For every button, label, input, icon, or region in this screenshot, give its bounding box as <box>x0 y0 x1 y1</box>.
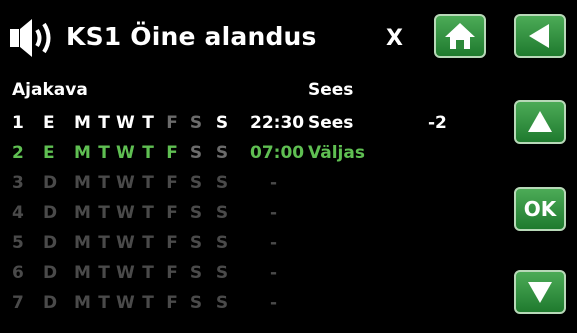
row-type: D <box>43 293 58 313</box>
back-arrow-icon <box>525 21 555 51</box>
row-day: S <box>215 263 229 283</box>
row-day: M <box>74 203 91 223</box>
row-type: D <box>43 233 58 253</box>
back-button[interactable] <box>514 14 566 58</box>
row-day: T <box>98 293 110 313</box>
row-day: S <box>189 293 203 313</box>
row-day: S <box>215 173 229 193</box>
row-day: F <box>166 203 178 223</box>
row-num: 1 <box>12 113 24 133</box>
row-day: S <box>215 293 229 313</box>
row-day: T <box>98 143 110 163</box>
row-type: D <box>43 263 58 283</box>
row-day: F <box>166 173 178 193</box>
row-type: E <box>43 113 55 133</box>
row-day: F <box>166 263 178 283</box>
up-arrow-icon <box>525 107 555 137</box>
row-time: - <box>270 173 278 193</box>
close-button[interactable]: X <box>386 26 403 51</box>
scroll-down-button[interactable] <box>514 270 566 314</box>
row-day: S <box>189 233 203 253</box>
row-time: - <box>270 203 278 223</box>
row-day: W <box>116 263 135 283</box>
row-day: S <box>215 203 229 223</box>
row-day: F <box>166 113 178 133</box>
row-type: D <box>43 173 58 193</box>
row-day: T <box>142 293 154 313</box>
row-day: T <box>98 263 110 283</box>
row-time: 07:00 <box>250 143 305 163</box>
row-day: S <box>189 203 203 223</box>
row-day: T <box>142 203 154 223</box>
row-num: 2 <box>12 143 24 163</box>
row-day: W <box>116 143 135 163</box>
row-day: S <box>215 233 229 253</box>
row-state: Sees <box>308 113 354 133</box>
row-day: M <box>74 233 91 253</box>
row-day: T <box>142 263 154 283</box>
row-day: W <box>116 233 135 253</box>
row-day: W <box>116 113 135 133</box>
row-day: M <box>74 263 91 283</box>
row-num: 5 <box>12 233 24 253</box>
row-day: T <box>142 113 154 133</box>
row-num: 7 <box>12 293 24 313</box>
row-day: W <box>116 293 135 313</box>
row-day: T <box>142 173 154 193</box>
row-day: S <box>215 113 229 133</box>
row-day: M <box>74 113 91 133</box>
row-day: T <box>142 233 154 253</box>
row-day: M <box>74 143 91 163</box>
row-num: 6 <box>12 263 24 283</box>
row-day: S <box>189 263 203 283</box>
row-day: S <box>189 143 203 163</box>
row-day: T <box>98 173 110 193</box>
row-time: - <box>270 293 278 313</box>
home-icon <box>443 21 477 51</box>
row-day: W <box>116 203 135 223</box>
state-header: Sees <box>308 80 354 100</box>
row-day: F <box>166 143 178 163</box>
row-day: T <box>142 143 154 163</box>
row-day: S <box>215 143 229 163</box>
ok-label: OK <box>523 197 557 221</box>
home-button[interactable] <box>434 14 486 58</box>
row-day: S <box>189 113 203 133</box>
row-day: F <box>166 233 178 253</box>
row-state: Väljas <box>308 143 365 163</box>
row-day: W <box>116 173 135 193</box>
ok-button[interactable]: OK <box>514 187 566 231</box>
row-day: T <box>98 203 110 223</box>
speaker-icon <box>8 17 60 59</box>
scroll-up-button[interactable] <box>514 100 566 144</box>
row-time: 22:30 <box>250 113 305 133</box>
row-day: M <box>74 293 91 313</box>
row-day: M <box>74 173 91 193</box>
row-day: T <box>98 113 110 133</box>
row-day: T <box>98 233 110 253</box>
row-time: - <box>270 263 278 283</box>
row-type: D <box>43 203 58 223</box>
row-val: -2 <box>428 113 447 133</box>
schedule-header: Ajakava <box>12 80 88 100</box>
row-type: E <box>43 143 55 163</box>
row-day: S <box>189 173 203 193</box>
row-time: - <box>270 233 278 253</box>
row-num: 4 <box>12 203 24 223</box>
down-arrow-icon <box>525 277 555 307</box>
page-title: KS1 Öine alandus <box>66 22 317 51</box>
row-num: 3 <box>12 173 24 193</box>
row-day: F <box>166 293 178 313</box>
